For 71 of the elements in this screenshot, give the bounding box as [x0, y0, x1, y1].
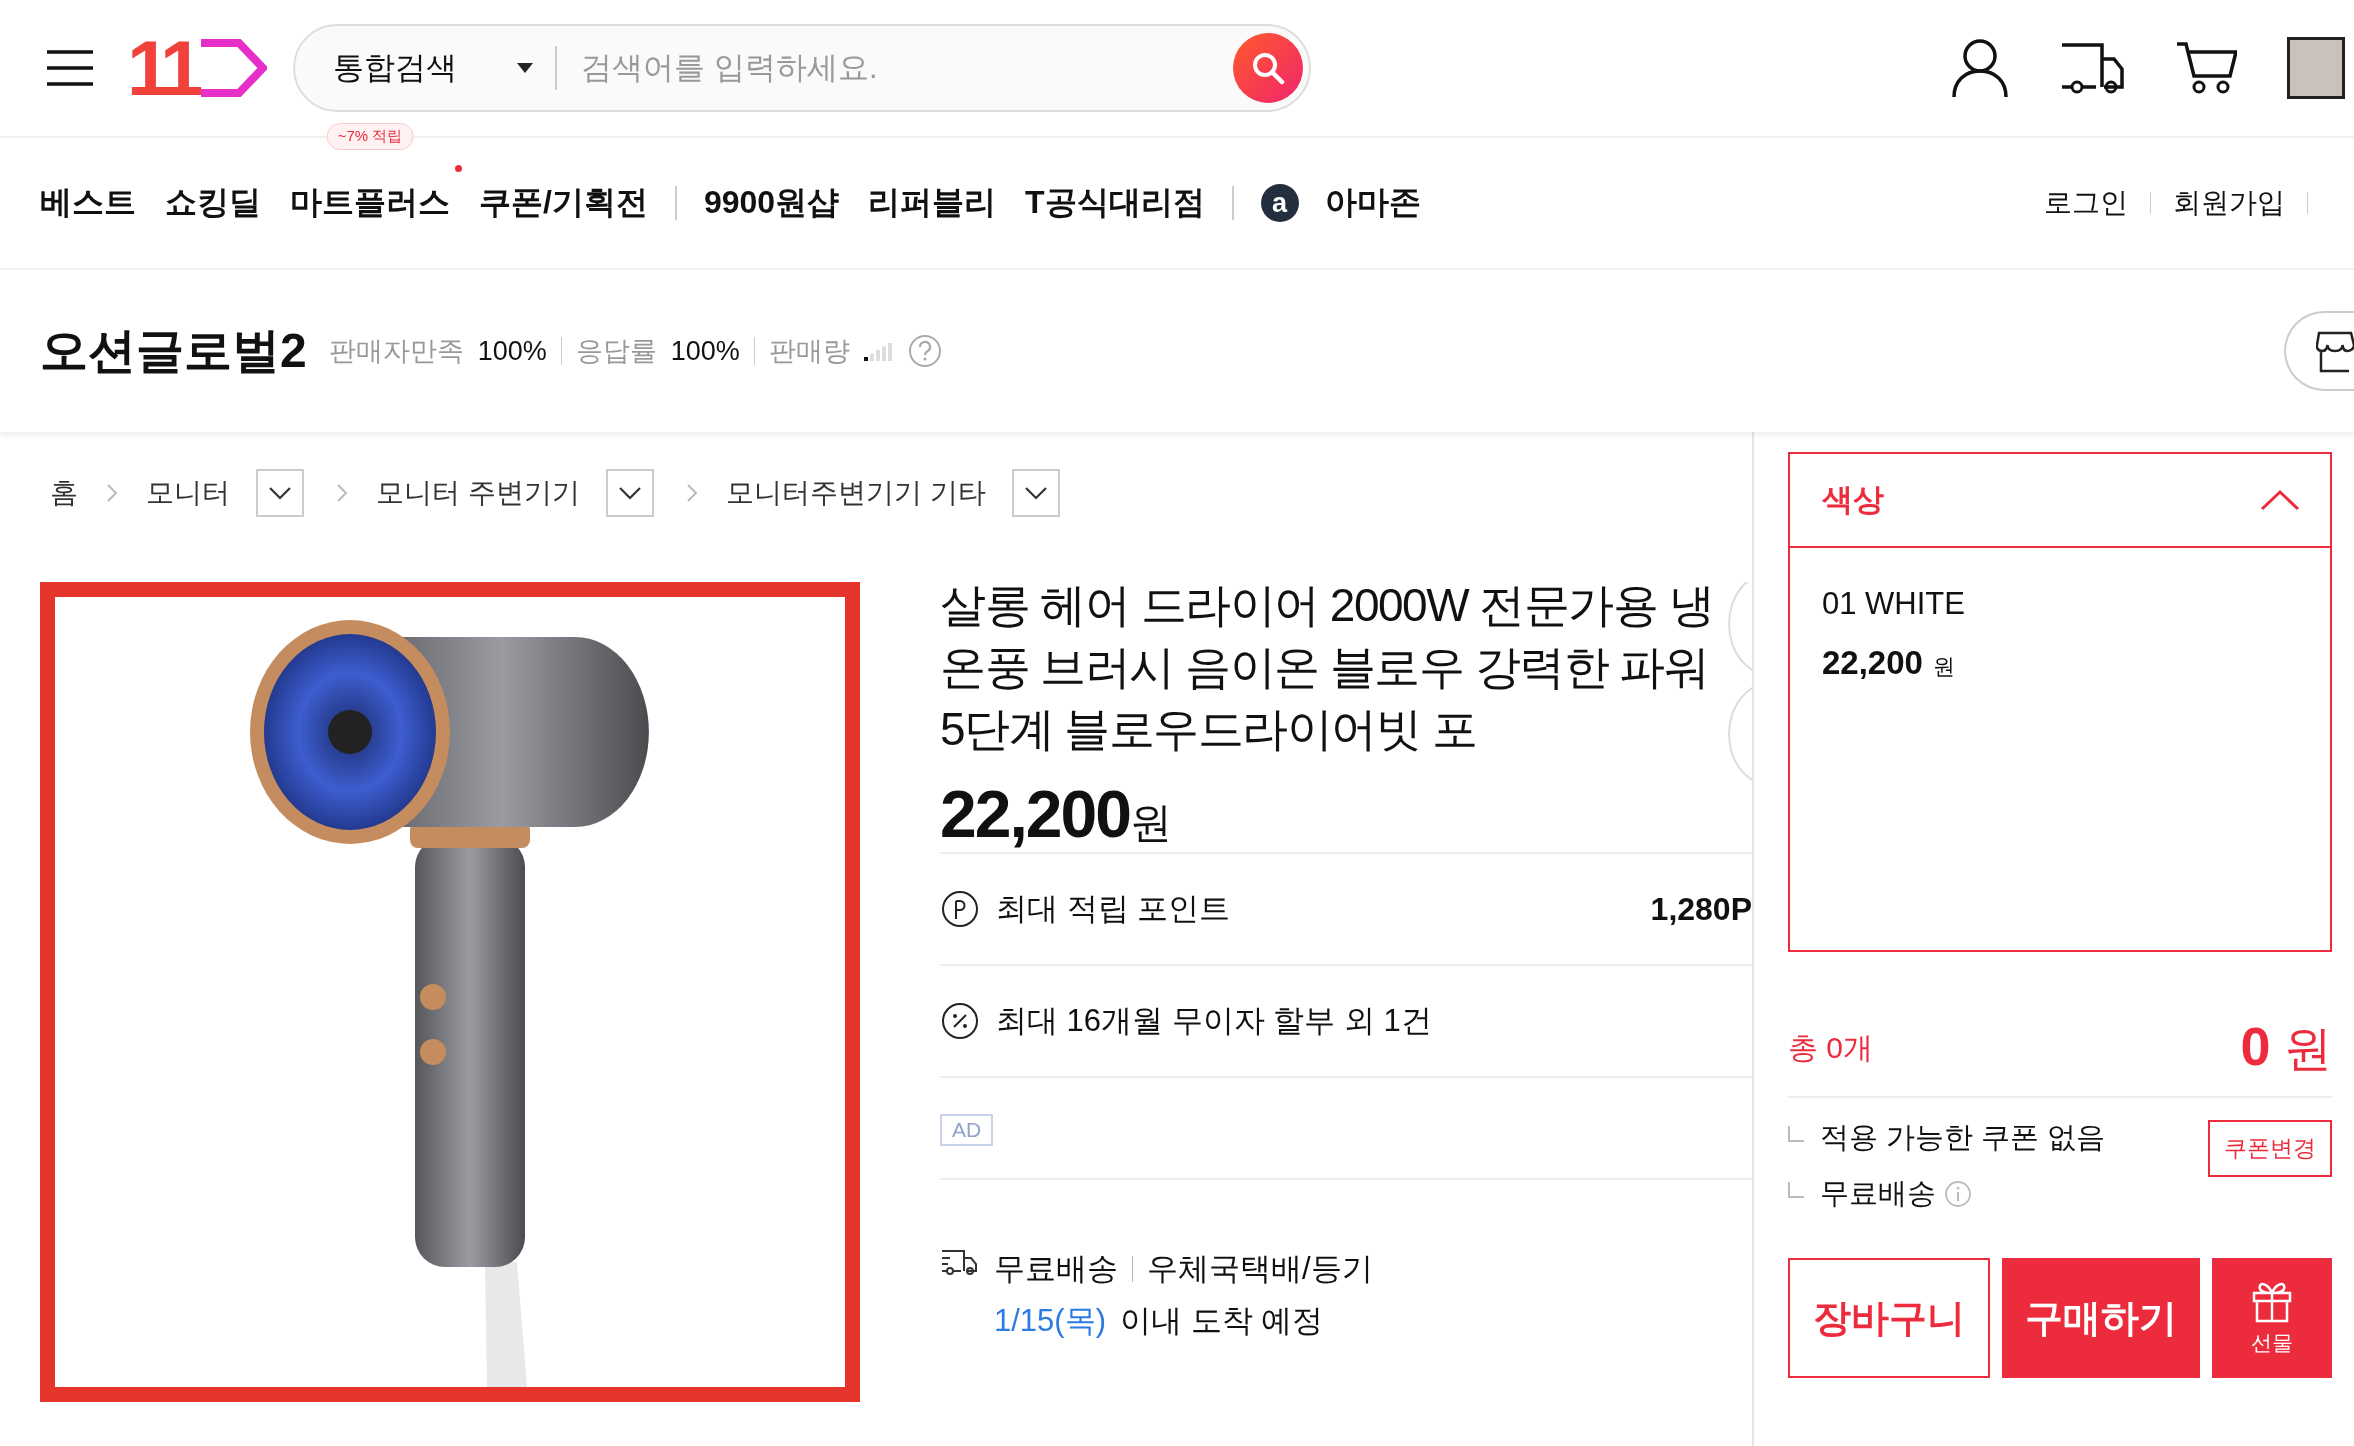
nav-link[interactable]: 마트플러스 [290, 181, 450, 225]
coupon-change-button[interactable]: 쿠폰변경 [2208, 1120, 2332, 1177]
benefit-value: 1,280P [1650, 890, 1752, 928]
coupon-status: 적용 가능한 쿠폰 없음 [1820, 1120, 2106, 1155]
category-dropdown-button[interactable] [256, 469, 304, 517]
truck-icon[interactable] [2059, 41, 2125, 95]
nav-link[interactable]: T공식대리점 [1025, 181, 1205, 225]
account-link[interactable]: 로그인 [2044, 184, 2128, 222]
caret-down-icon [517, 63, 534, 73]
stat-label: 응답률 [575, 335, 657, 368]
search-scope-dropdown[interactable]: 통합검색 [333, 46, 558, 90]
breadcrumb-link[interactable]: 모니터주변기기 기타 [725, 474, 986, 512]
reward-badge: ~7% 적립 [326, 123, 414, 150]
nav-link[interactable]: 베스트 [40, 181, 136, 225]
stat-label: 판매량 [768, 335, 850, 368]
option-price: 22,200 원 [1822, 644, 1956, 682]
percent-icon [940, 1001, 980, 1041]
total-count: 총 0개 [1788, 1029, 1874, 1066]
stat-value: 100% [670, 335, 740, 367]
chevron-right-icon [106, 483, 118, 503]
nav-link[interactable]: a 아마존 [1260, 181, 1421, 225]
person-icon[interactable] [1951, 37, 2009, 99]
nav-link[interactable]: 리퍼블리 [868, 181, 997, 225]
arrival-note: 이내 도착 예정 [1120, 1302, 1324, 1340]
chevron-right-icon [685, 483, 698, 503]
nav-link[interactable]: 9900원샵 [703, 181, 840, 225]
category-dropdown-button[interactable] [605, 469, 654, 517]
product-title: 살롱 헤어 드라이어 2000W 전문가용 냉온풍 브러시 음이온 블로우 강력한 파워 5단계 블로우드라이어빗 포 [940, 582, 1715, 757]
breadcrumb-link[interactable]: 모니터 [146, 474, 230, 512]
store-button[interactable] [2284, 311, 2354, 391]
delivery-method: 우체국택배/등기 [1147, 1250, 1373, 1288]
breadcrumb-link[interactable]: 모니터 주변기기 [376, 474, 580, 512]
delivery-truck-icon [940, 1248, 978, 1278]
cart-icon[interactable] [2175, 40, 2237, 96]
breadcrumb-link[interactable]: 홈 [50, 474, 78, 512]
tree-branch-icon [1788, 1182, 1804, 1198]
menu-icon[interactable] [45, 48, 95, 88]
chevron-down-icon [1023, 486, 1048, 500]
account-link[interactable]: 회원가입 [2173, 184, 2285, 222]
product-price: 22,200원 [940, 776, 1173, 852]
nav-link-label: 아마존 [1324, 183, 1421, 222]
cart-button[interactable]: 장바구니 [1788, 1258, 1990, 1378]
nav-link[interactable]: 쿠폰/기획전 [479, 181, 648, 225]
nav-link[interactable]: 쇼킹딜 [165, 181, 261, 225]
total-price: 0 원 [2240, 1015, 2332, 1078]
search-button[interactable] [1233, 33, 1304, 103]
option-name[interactable]: 01 WHITE [1822, 586, 2298, 622]
buy-button[interactable]: 구매하기 [2002, 1258, 2200, 1378]
ad-label: AD [940, 1114, 994, 1146]
storefront-icon [2316, 329, 2354, 373]
logo-text: 11 [127, 29, 198, 107]
benefit-label: 최대 16개월 무이자 할부 외 1건 [996, 1002, 1432, 1040]
seller-name: 오션글로벌2 [40, 323, 307, 379]
points-icon [940, 889, 980, 929]
benefit-label: 최대 적립 포인트 [996, 890, 1231, 928]
chevron-right-icon [336, 483, 348, 503]
arrival-date: 1/15(목) [994, 1302, 1106, 1340]
stat-label: 판매자만족 [328, 335, 464, 368]
gift-button[interactable]: 선물 [2212, 1258, 2332, 1378]
chevron-down-icon [617, 486, 642, 500]
shipping-note: 무료배송 [1820, 1176, 1936, 1211]
search-field[interactable]: 통합검색 검색어를 입력하세요. [293, 24, 1312, 112]
chevron-down-icon [268, 486, 292, 500]
product-thumbnail[interactable] [2287, 37, 2345, 99]
chevron-up-icon [2260, 489, 2300, 511]
category-dropdown-button[interactable] [1011, 469, 1060, 517]
search-icon [1250, 50, 1287, 86]
delivery-fee: 무료배송 [994, 1250, 1118, 1288]
stat-value: 100% [477, 335, 547, 367]
tree-branch-icon [1788, 1126, 1804, 1142]
amazon-logo-icon: a [1260, 184, 1299, 222]
